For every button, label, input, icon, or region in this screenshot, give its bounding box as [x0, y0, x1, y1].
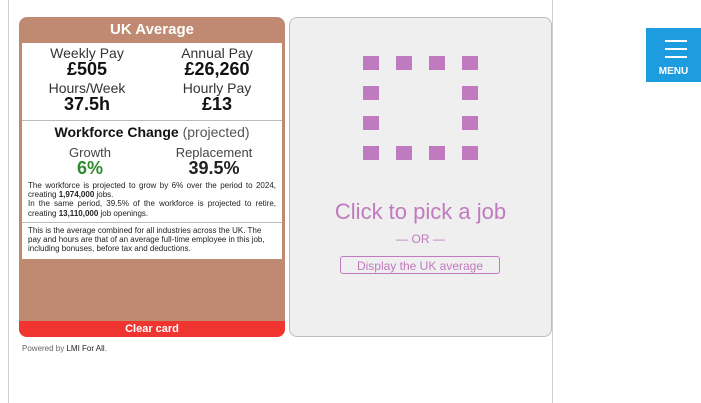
placeholder-square — [363, 86, 379, 100]
hours-week-value: 37.5h — [63, 94, 111, 114]
right-frame-border — [552, 0, 553, 403]
pay-summary: Weekly Pay £505 Annual Pay £26,260 Hours… — [22, 43, 282, 121]
display-uk-average-button[interactable]: Display the UK average — [340, 256, 500, 274]
menu-label: MENU — [658, 66, 689, 77]
or-divider: — OR — — [396, 232, 445, 246]
placeholder-square — [462, 146, 478, 160]
hourly-pay: Hourly Pay £13 — [152, 81, 282, 116]
weekly-pay-label: Weekly Pay — [50, 45, 124, 61]
hourly-pay-value: £13 — [201, 94, 233, 114]
placeholder-square — [396, 56, 412, 70]
hours-week: Hours/Week 37.5h — [22, 81, 152, 116]
lmi-for-all-link[interactable]: LMI For All — [66, 344, 104, 353]
hourly-pay-label: Hourly Pay — [182, 80, 252, 96]
workforce-stats: Growth 6% Replacement 39.5% — [28, 146, 276, 177]
hours-week-label: Hours/Week — [48, 80, 126, 96]
average-note: This is the average combined for all ind… — [28, 225, 265, 254]
hamburger-icon — [665, 40, 687, 64]
wf-text-part: job openings. — [98, 208, 149, 218]
annual-pay-label: Annual Pay — [181, 45, 253, 61]
weekly-pay: Weekly Pay £505 — [22, 46, 152, 81]
growth-value: 6% — [76, 158, 103, 178]
uk-average-card: UK Average Weekly Pay £505 Annual Pay £2… — [19, 17, 285, 337]
menu-button[interactable]: MENU — [646, 28, 701, 82]
workforce-title-text: Workforce Change — [54, 124, 179, 140]
placeholder-square — [396, 146, 412, 160]
wf-openings-count: 13,110,000 — [58, 208, 99, 218]
placeholder-square — [429, 146, 445, 160]
workforce-description: The workforce is projected to grow by 6%… — [28, 181, 276, 218]
workforce-change-section: Workforce Change (projected) Growth 6% R… — [22, 121, 282, 223]
placeholder-square — [363, 146, 379, 160]
placeholder-square — [363, 56, 379, 70]
wf-jobs-count: 1,974,000 — [58, 190, 95, 200]
placeholder-square — [363, 116, 379, 130]
powered-by: Powered by LMI For All. — [22, 344, 107, 353]
placeholder-square — [462, 56, 478, 70]
card-title: UK Average — [110, 21, 194, 38]
workforce-change-title: Workforce Change (projected) — [28, 124, 276, 140]
powered-suffix: . — [104, 344, 107, 353]
wf-text-part: jobs. — [94, 190, 114, 200]
pick-job-panel[interactable]: Click to pick a job — OR — Display the U… — [289, 17, 552, 337]
annual-pay-value: £26,260 — [184, 59, 250, 79]
weekly-pay-value: £505 — [66, 59, 108, 79]
card-content: Weekly Pay £505 Annual Pay £26,260 Hours… — [22, 43, 282, 260]
clear-card-button[interactable]: Clear card — [19, 321, 285, 337]
powered-prefix: Powered by — [22, 344, 67, 353]
left-frame-border — [8, 0, 9, 403]
placeholder-square — [462, 86, 478, 100]
workforce-title-suffix: (projected) — [182, 124, 250, 140]
replacement-stat: Replacement 39.5% — [152, 146, 276, 177]
pick-job-link[interactable]: Click to pick a job — [290, 199, 551, 225]
replacement-value: 39.5% — [188, 158, 240, 178]
placeholder-square — [429, 56, 445, 70]
placeholder-square — [462, 116, 478, 130]
annual-pay: Annual Pay £26,260 — [152, 46, 282, 81]
growth-stat: Growth 6% — [28, 146, 152, 177]
